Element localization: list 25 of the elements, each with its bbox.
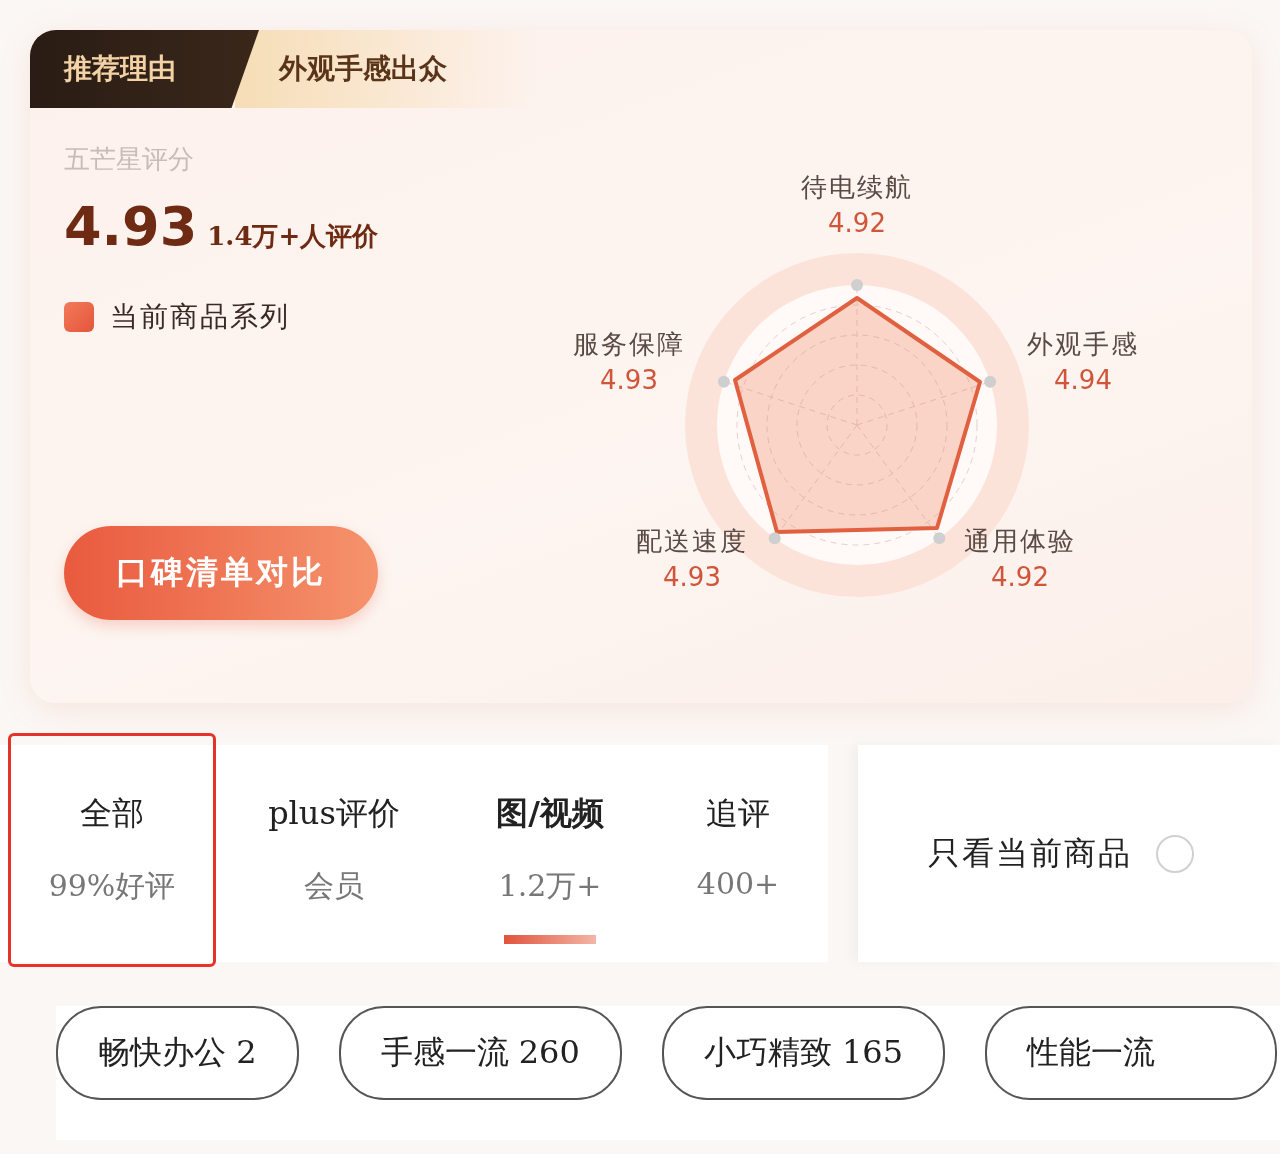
radio-button[interactable]: [1156, 834, 1194, 873]
axis-label: 配送速度: [636, 525, 748, 558]
review-tab[interactable]: 图/视频 1.2万+: [452, 733, 648, 967]
legend-label: 当前商品系列: [110, 299, 290, 335]
axis-score: 4.92: [991, 562, 1049, 592]
axis-score: 4.92: [828, 208, 886, 238]
axis-label: 待电续航: [801, 171, 913, 204]
axis-label: 外观手感: [1027, 328, 1139, 361]
tag-chip[interactable]: 小巧精致 165: [661, 1006, 946, 1100]
axis-score: 4.94: [1054, 365, 1112, 395]
rating-score: 4.93: [64, 195, 198, 258]
axis-score: 4.93: [600, 365, 658, 395]
axis-label: 通用体验: [964, 525, 1076, 558]
axis-score: 4.93: [663, 562, 721, 592]
legend-swatch: [64, 302, 94, 332]
review-count: 1.4万+人评价: [207, 220, 379, 253]
review-tab[interactable]: 全部 99%好评: [8, 733, 216, 967]
filter-label: 只看当前商品: [928, 832, 1132, 874]
tag-chip[interactable]: 性能一流: [985, 1006, 1278, 1100]
axis-label: 服务保障: [573, 328, 685, 361]
review-tab[interactable]: 追评 400+: [648, 733, 828, 967]
recommend-tag: 推荐理由: [30, 30, 259, 108]
tag-chip[interactable]: 畅快办公 2: [56, 1006, 299, 1100]
tag-chip[interactable]: 手感一流 260: [338, 1006, 622, 1100]
review-tab[interactable]: plus评价 会员: [216, 733, 452, 967]
